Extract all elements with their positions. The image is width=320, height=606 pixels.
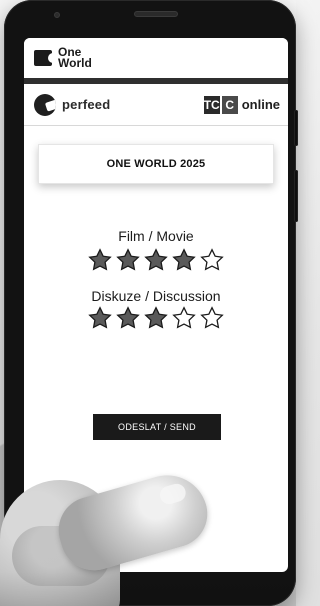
phone-screen: One World perfeed TC C online ONE WORLD … [24, 38, 288, 572]
star-icon[interactable] [143, 305, 169, 331]
phone-frame: One World perfeed TC C online ONE WORLD … [4, 0, 298, 606]
film-rating-label: Film / Movie [118, 228, 194, 244]
oneworld-logo: One World [34, 46, 92, 70]
phone-side-button [294, 110, 298, 146]
oneworld-logo-icon [34, 50, 58, 66]
send-button[interactable]: ODESLAT / SEND [93, 414, 221, 440]
star-icon[interactable] [115, 305, 141, 331]
tc-online-text: online [241, 97, 280, 112]
partners-bar: perfeed TC C online [24, 84, 288, 126]
phone-side-button [294, 170, 298, 222]
tc-badge-letter-tc: TC [203, 95, 220, 114]
star-icon[interactable] [199, 305, 225, 331]
tc-online-logo: TC C online [203, 95, 280, 114]
tc-badge: TC C [203, 95, 238, 114]
star-icon[interactable] [87, 305, 113, 331]
oneworld-header: One World [24, 38, 288, 78]
star-icon[interactable] [171, 305, 197, 331]
perfeed-icon [34, 93, 56, 116]
perfeed-logo: perfeed [34, 93, 111, 116]
discussion-rating-label: Diskuze / Discussion [91, 288, 221, 304]
discussion-rating-stars[interactable] [87, 304, 225, 332]
star-icon[interactable] [87, 247, 113, 273]
event-card: ONE WORLD 2025 [38, 144, 274, 184]
star-icon[interactable] [171, 247, 197, 273]
phone-speaker [134, 11, 178, 17]
star-icon[interactable] [199, 247, 225, 273]
event-title: ONE WORLD 2025 [106, 158, 206, 170]
oneworld-logo-line2: World [58, 56, 92, 70]
star-icon[interactable] [143, 247, 169, 273]
perfeed-text: perfeed [62, 97, 111, 112]
front-camera-icon [54, 12, 60, 18]
tc-badge-letter-c: C [221, 95, 238, 114]
oneworld-logo-text: One World [58, 46, 92, 70]
film-rating-stars[interactable] [87, 246, 225, 274]
star-icon[interactable] [115, 247, 141, 273]
